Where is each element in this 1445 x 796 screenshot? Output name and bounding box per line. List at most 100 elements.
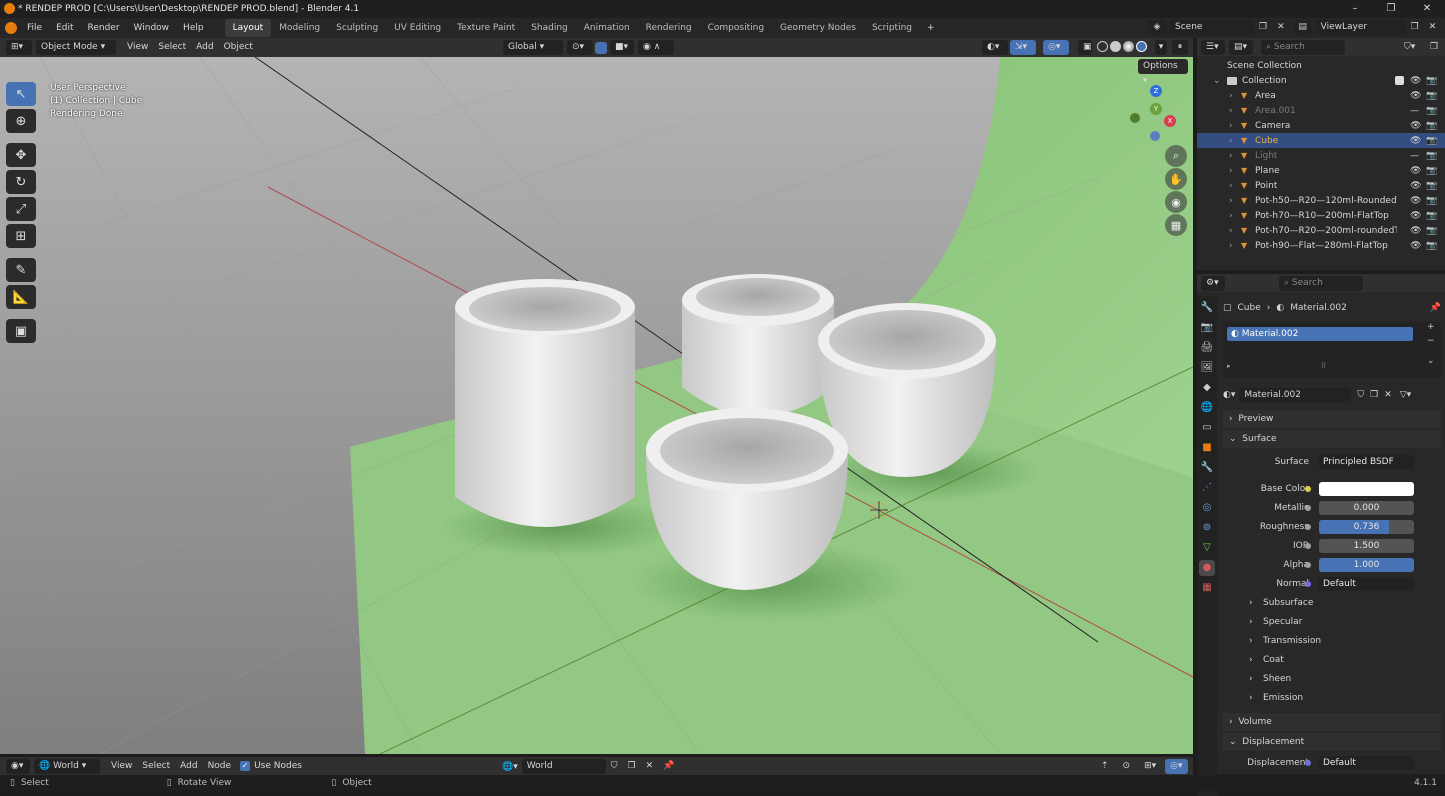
visibility-eye-icon[interactable]: 👁 <box>1410 166 1421 176</box>
material-shading-icon[interactable] <box>1123 41 1134 52</box>
physics-tab-icon[interactable]: ◎ <box>1199 500 1215 516</box>
viewport-3d[interactable]: User Perspective (1) Collection | Cube R… <box>0 57 1193 754</box>
visibility-eye-icon[interactable]: 👁 <box>1410 241 1421 251</box>
render-camera-icon[interactable]: 📷 <box>1426 136 1437 146</box>
volume-panel[interactable]: › Volume <box>1223 713 1441 731</box>
menu-window[interactable]: Window <box>127 18 177 38</box>
expand-icon[interactable]: › <box>1229 91 1241 101</box>
tab-uv-editing[interactable]: UV Editing <box>386 19 449 37</box>
collection-tab-icon[interactable]: ▭ <box>1199 420 1215 436</box>
subsection-transmission[interactable]: › Transmission <box>1223 631 1441 650</box>
menu-view[interactable]: View <box>122 40 153 55</box>
remove-slot-icon[interactable]: − <box>1427 336 1435 346</box>
new-scene-icon[interactable]: ❐ <box>1254 20 1272 35</box>
world-fake-user-icon[interactable]: ⛉ <box>606 759 623 774</box>
tool-tab-icon[interactable]: 🔧 <box>1199 300 1215 316</box>
cursor-tool-icon[interactable]: ⊕ <box>6 109 36 133</box>
base-color-swatch[interactable] <box>1319 481 1414 496</box>
data-tab-icon[interactable]: ▽ <box>1199 540 1215 556</box>
visibility-eye-icon[interactable]: 👁 <box>1410 76 1421 86</box>
outliner-search[interactable]: ⌕ Search <box>1261 39 1345 55</box>
blender-menu-icon[interactable] <box>5 22 17 34</box>
view-layer-field[interactable]: ViewLayer <box>1315 20 1406 35</box>
outliner-editor-icon[interactable]: ☰▾ <box>1201 39 1225 55</box>
menu-add[interactable]: Add <box>191 40 218 55</box>
pan-hand-icon[interactable]: ✋ <box>1165 168 1187 190</box>
tab-scripting[interactable]: Scripting <box>864 19 920 37</box>
expand-icon[interactable]: › <box>1229 241 1241 251</box>
measure-tool-icon[interactable]: 📐 <box>6 285 36 309</box>
render-camera-icon[interactable]: 📷 <box>1426 106 1437 116</box>
outliner-row[interactable]: › ▼ Pot-h70—R20—200ml-roundedT· 👁 📷 <box>1197 223 1445 238</box>
render-camera-icon[interactable]: 📷 <box>1426 121 1437 131</box>
displacement-field[interactable]: Default <box>1319 755 1414 770</box>
close-button[interactable]: ✕ <box>1409 0 1445 18</box>
ior-field[interactable]: 1.500 <box>1319 538 1414 553</box>
subsection-coat[interactable]: › Coat <box>1223 650 1441 669</box>
material-slot-row[interactable]: ◐ Material.002 <box>1227 327 1413 341</box>
scene-icon[interactable]: ◈ <box>1148 20 1166 35</box>
snap-icon[interactable] <box>595 41 607 54</box>
outliner-row[interactable]: › ▼ Cube 👁 📷 <box>1197 133 1445 148</box>
material-tab-icon[interactable]: ● <box>1199 560 1215 576</box>
outliner-row[interactable]: › ▼ Camera 👁 📷 <box>1197 118 1445 133</box>
gizmo-toggle-icon[interactable]: ⇲▾ <box>1010 40 1036 55</box>
render-camera-icon[interactable]: 📷 <box>1426 181 1437 191</box>
scale-tool-icon[interactable]: ⤢ <box>6 197 36 221</box>
collection-row[interactable]: ⌄ Collection 👁 📷 <box>1197 73 1445 88</box>
visibility-eye-icon[interactable]: 👁 <box>1410 196 1421 206</box>
orientation-dropdown[interactable]: Global ▾ <box>503 40 563 55</box>
expand-icon[interactable]: › <box>1229 166 1241 176</box>
render-camera-icon[interactable]: 📷 <box>1426 166 1437 176</box>
expand-icon[interactable]: › <box>1229 226 1241 236</box>
tab-rendering[interactable]: Rendering <box>638 19 700 37</box>
options-button[interactable]: Options ▾ <box>1138 59 1188 86</box>
tab-texture-paint[interactable]: Texture Paint <box>449 19 523 37</box>
menu-select[interactable]: Select <box>137 759 175 774</box>
modifier-tab-icon[interactable]: 🔧 <box>1199 460 1215 476</box>
render-camera-icon[interactable]: 📷 <box>1426 151 1437 161</box>
snap-mode-icon[interactable]: ⊞▾ <box>1139 759 1161 774</box>
tab-layout[interactable]: Layout <box>224 19 272 37</box>
alpha-slider[interactable]: 1.000 <box>1319 557 1414 572</box>
properties-editor-icon[interactable]: ⚙▾ <box>1201 275 1225 291</box>
gizmo-x-axis[interactable]: X <box>1164 115 1176 127</box>
overlays-icon[interactable]: ◎▾ <box>1043 40 1069 55</box>
render-camera-icon[interactable]: 📷 <box>1426 91 1437 101</box>
outliner-row[interactable]: › ▼ Light — 📷 <box>1197 148 1445 163</box>
view-layer-icon[interactable]: ▤ <box>1293 20 1312 35</box>
expand-list-icon[interactable]: ▸ <box>1227 362 1231 370</box>
menu-render[interactable]: Render <box>81 18 127 38</box>
link-type-icon[interactable]: ▽▾ <box>1400 390 1411 400</box>
material-browse-icon[interactable]: ◐▾ <box>1223 390 1235 400</box>
add-workspace-button[interactable]: + <box>920 18 942 38</box>
scene-collection-row[interactable]: Scene Collection <box>1197 58 1445 73</box>
world-browse-icon[interactable]: 🌐▾ <box>502 762 518 772</box>
object-mode-dropdown[interactable]: Object Mode ▾ <box>36 40 116 55</box>
render-camera-icon[interactable]: 📷 <box>1426 241 1437 251</box>
visibility-eye-icon[interactable]: 👁 <box>1410 226 1421 236</box>
snap-node-icon[interactable]: ⊙ <box>1118 759 1136 774</box>
annotate-tool-icon[interactable]: ✎ <box>6 258 36 282</box>
transform-tool-icon[interactable]: ⊞ <box>6 224 36 248</box>
parent-node-tree-icon[interactable]: ⇡ <box>1096 759 1114 774</box>
shading-options-icon[interactable]: ▾ <box>1155 40 1167 55</box>
outliner-row[interactable]: › ▼ Area 👁 📷 <box>1197 88 1445 103</box>
gizmo-y-axis[interactable]: Y <box>1150 103 1162 115</box>
gizmo-neg-z[interactable] <box>1150 131 1160 141</box>
ortho-toggle-icon[interactable]: ▦ <box>1165 214 1187 236</box>
menu-view[interactable]: View <box>106 759 137 774</box>
display-mode-icon[interactable]: ▤▾ <box>1229 39 1253 55</box>
world-unlink-icon[interactable]: ✕ <box>641 759 659 774</box>
material-name-field[interactable]: Material.002 <box>1239 387 1352 403</box>
rotate-tool-icon[interactable]: ↻ <box>6 170 36 194</box>
editor-type-icon[interactable]: ⊞▾ <box>6 40 32 55</box>
collapse-icon[interactable]: ⌄ <box>1213 76 1227 86</box>
node-overlays-icon[interactable]: ◎▾ <box>1165 759 1188 774</box>
outliner-row[interactable]: › ▼ Point 👁 📷 <box>1197 178 1445 193</box>
collapse-header-icon[interactable]: ⏸ <box>1172 40 1188 55</box>
rendered-shading-icon[interactable] <box>1136 41 1147 52</box>
outliner-row[interactable]: › ▼ Pot-h50—R20—120ml-RoundedT 👁 📷 <box>1197 193 1445 208</box>
menu-node[interactable]: Node <box>203 759 237 774</box>
maximize-button[interactable]: ❐ <box>1373 0 1409 18</box>
